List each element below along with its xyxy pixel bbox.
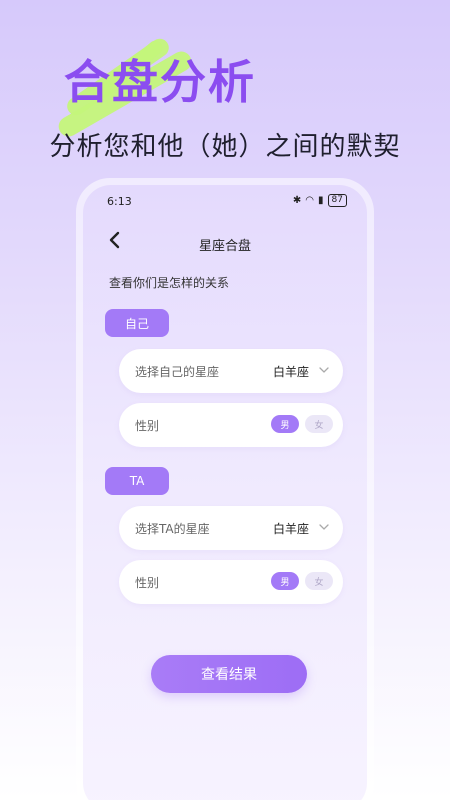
app-screen: 6:13 ✱ ◠ ▮ 87 星座合盘 查看你们是怎样的关系 自己 选择自己的星座… [83,185,367,800]
phone-frame: 6:13 ✱ ◠ ▮ 87 星座合盘 查看你们是怎样的关系 自己 选择自己的星座… [76,178,374,800]
partner-male-button[interactable]: 男 [271,572,299,590]
self-male-button[interactable]: 男 [271,415,299,433]
self-female-button[interactable]: 女 [305,415,333,433]
chevron-down-icon [319,524,329,530]
promo-title-area: 合盘分析 [50,35,310,141]
wifi-icon: ◠ [305,195,315,206]
partner-zodiac-label: 选择TA的星座 [135,522,210,536]
partner-section-tag: TA [105,467,169,495]
partner-female-button[interactable]: 女 [305,572,333,590]
self-zodiac-value: 白羊座 [272,365,309,379]
status-time: 6:13 [107,195,132,208]
sim-icon: ▮ [318,195,324,206]
partner-zodiac-select[interactable]: 选择TA的星座 白羊座 [119,506,343,550]
self-zodiac-select[interactable]: 选择自己的星座 白羊座 [119,349,343,393]
self-gender-label: 性别 [135,419,160,433]
promo-title: 合盘分析 [64,55,256,109]
self-gender-row: 性别 男 女 [119,403,343,447]
status-icons: ✱ ◠ ▮ 87 [293,194,347,207]
page-title: 星座合盘 [198,239,251,254]
partner-gender-label: 性别 [135,576,160,590]
partner-gender-toggle: 男 女 [271,572,333,590]
status-bar: 6:13 ✱ ◠ ▮ 87 [83,185,367,215]
promo-subtitle: 分析您和他（她）之间的默契 [49,132,401,162]
bluetooth-icon: ✱ [292,195,302,206]
battery-icon: 87 [327,194,347,207]
intro-text: 查看你们是怎样的关系 [109,276,230,290]
self-zodiac-label: 选择自己的星座 [135,365,220,379]
self-section-tag: 自己 [105,309,169,337]
view-result-button[interactable]: 查看结果 [151,655,307,693]
self-gender-toggle: 男 女 [271,415,333,433]
partner-zodiac-value: 白羊座 [272,522,309,536]
partner-gender-row: 性别 男 女 [119,560,343,604]
chevron-down-icon [319,367,329,373]
